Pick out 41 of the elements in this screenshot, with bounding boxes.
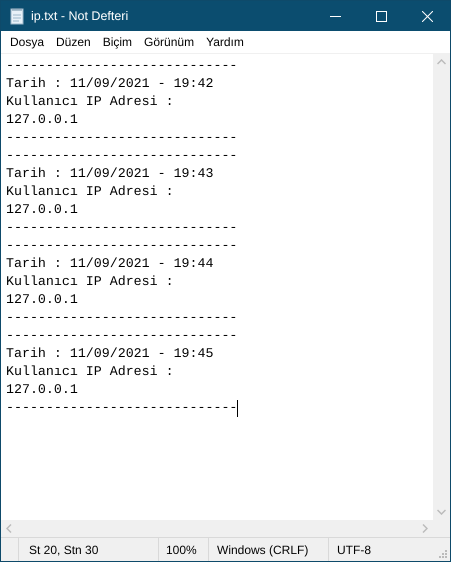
- text-line: Tarih : 11/09/2021 - 19:43: [6, 165, 214, 183]
- scroll-up-icon[interactable]: [437, 59, 446, 65]
- menu-item[interactable]: Görünüm: [138, 35, 200, 49]
- close-icon: [422, 10, 432, 22]
- horizontal-scrollbar[interactable]: [1, 520, 433, 537]
- text-line: Tarih : 11/09/2021 - 19:44: [6, 255, 214, 273]
- menu-item[interactable]: Biçim: [96, 35, 138, 49]
- zoom-level: 100%: [166, 542, 197, 556]
- window-title: ip.txt - Not Defteri: [31, 9, 128, 23]
- text-line: 127.0.0.1: [6, 111, 78, 129]
- menu-item[interactable]: Dosya: [4, 35, 50, 49]
- cursor-position: St 20, Stn 30: [29, 542, 98, 556]
- text-line: -----------------------------: [6, 309, 238, 327]
- text-line: Kullanıcı IP Adresi :: [6, 183, 174, 201]
- vertical-scrollbar[interactable]: [433, 54, 450, 520]
- encoding: UTF-8: [337, 542, 371, 556]
- text-line: 127.0.0.1: [6, 381, 78, 399]
- scroll-right-icon[interactable]: [422, 524, 428, 533]
- notepad-icon: [9, 7, 25, 25]
- text-line: Tarih : 11/09/2021 - 19:45: [6, 345, 214, 363]
- text-line: 127.0.0.1: [6, 291, 78, 309]
- text-line: -----------------------------: [6, 219, 238, 237]
- text-line: -----------------------------: [6, 327, 238, 345]
- text-cursor: [237, 400, 238, 416]
- text-line: Tarih : 11/09/2021 - 19:42: [6, 75, 214, 93]
- scroll-left-icon[interactable]: [6, 524, 12, 533]
- menu-item[interactable]: Yardım: [200, 35, 250, 49]
- text-line: -----------------------------: [6, 147, 238, 165]
- text-line: -----------------------------: [6, 57, 238, 75]
- scroll-down-icon[interactable]: [437, 509, 446, 515]
- text-line: Kullanıcı IP Adresi :: [6, 363, 174, 381]
- resize-grip-icon[interactable]: [439, 550, 447, 558]
- menu-item[interactable]: Düzen: [50, 35, 97, 49]
- text-line: -----------------------------: [6, 399, 238, 417]
- text-line: -----------------------------: [6, 129, 238, 147]
- text-line: 127.0.0.1: [6, 201, 78, 219]
- line-ending: Windows (CRLF): [217, 542, 308, 556]
- maximize-icon: [376, 10, 386, 22]
- text-line: Kullanıcı IP Adresi :: [6, 93, 174, 111]
- text-line: Kullanıcı IP Adresi :: [6, 273, 174, 291]
- text-line: -----------------------------: [6, 237, 238, 255]
